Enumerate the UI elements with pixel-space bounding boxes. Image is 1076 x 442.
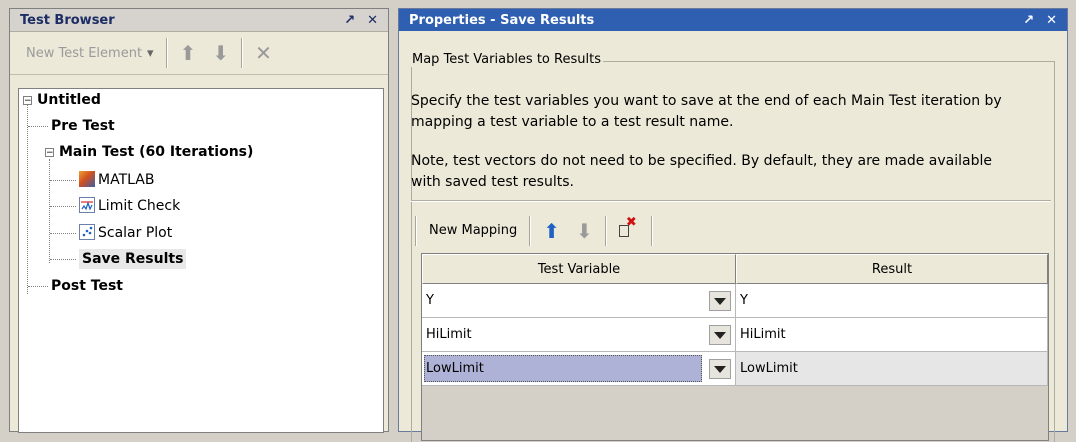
test-variable-dropdown[interactable] <box>709 359 731 379</box>
column-header-result[interactable]: Result <box>736 254 1048 284</box>
matlab-icon <box>79 171 95 187</box>
move-down-button[interactable]: ⬇ <box>204 39 237 67</box>
test-variable-cell[interactable]: Y <box>422 284 736 318</box>
test-variable-value: HiLimit <box>426 327 472 342</box>
column-header-test-variable[interactable]: Test Variable <box>422 254 736 284</box>
divider <box>411 200 1051 202</box>
tree-connector <box>50 233 76 234</box>
description-text: Specify the test variables you want to s… <box>411 91 1051 133</box>
test-browser-toolbar: New Test Element ▾ ⬆ ⬇ ✕ <box>10 32 388 75</box>
undock-icon[interactable]: ↗ <box>1023 13 1034 28</box>
result-cell[interactable]: HiLimit <box>736 318 1048 352</box>
arrow-up-icon: ⬆ <box>179 41 197 65</box>
tree-node-matlab-label: MATLAB <box>98 172 155 188</box>
move-up-button[interactable]: ⬆ <box>535 216 568 246</box>
properties-titlebar: Properties - Save Results ↗ ✕ <box>399 9 1067 31</box>
tree-node-limit-check-label: Limit Check <box>98 198 181 214</box>
delete-icon: ✕ <box>255 41 272 65</box>
result-cell[interactable]: Y <box>736 284 1048 318</box>
tree-node-untitled[interactable]: Untitled <box>37 90 101 110</box>
note-text: Note, test vectors do not need to be spe… <box>411 151 1051 193</box>
table-row: HiLimit HiLimit <box>422 318 1048 352</box>
close-icon[interactable]: ✕ <box>1046 13 1057 28</box>
new-test-element-label: New Test Element <box>26 45 143 61</box>
test-variable-cell[interactable]: HiLimit <box>422 318 736 352</box>
mapping-table: Test Variable Result Y Y HiLimit HiLimit… <box>421 253 1049 441</box>
properties-title: Properties - Save Results <box>409 12 595 28</box>
test-browser-titlebar: Test Browser ↗ ✕ <box>10 9 388 32</box>
tree-connector <box>49 159 50 263</box>
result-cell[interactable]: LowLimit <box>736 352 1048 386</box>
test-variable-dropdown[interactable] <box>709 325 731 345</box>
tree-node-scalar-plot-label: Scalar Plot <box>98 225 173 241</box>
tree-node-matlab[interactable]: MATLAB <box>79 170 154 190</box>
tree-node-post-test[interactable]: Post Test <box>51 276 123 296</box>
toolbar-separator <box>165 38 168 68</box>
tree-connector <box>28 126 48 127</box>
tree-connector <box>50 259 76 260</box>
tree-node-limit-check[interactable]: Limit Check <box>79 196 180 216</box>
chevron-down-icon <box>714 297 726 305</box>
toolbar-separator <box>604 216 607 246</box>
note-line: Note, test vectors do not need to be spe… <box>411 153 992 169</box>
arrow-down-icon: ⬇ <box>212 41 230 65</box>
new-mapping-button[interactable]: New Mapping <box>421 216 525 246</box>
delete-mapping-button[interactable]: ✖ <box>611 215 647 246</box>
tree-connector <box>50 180 76 181</box>
description-line: mapping a test variable to a test result… <box>411 114 734 130</box>
test-variable-value: Y <box>426 293 434 308</box>
tree-connector <box>27 104 28 294</box>
move-down-button[interactable]: ⬇ <box>568 216 601 246</box>
test-variable-dropdown[interactable] <box>709 291 731 311</box>
tree-node-pre-test[interactable]: Pre Test <box>51 116 115 136</box>
tree-node-save-results[interactable]: Save Results <box>79 249 187 269</box>
new-test-element-button[interactable]: New Test Element ▾ <box>18 39 162 67</box>
arrow-down-icon: ⬇ <box>576 219 593 243</box>
delete-x-icon: ✖ <box>625 215 637 230</box>
note-line: with saved test results. <box>411 174 574 190</box>
tree-connector <box>50 206 76 207</box>
arrow-up-icon: ⬆ <box>543 219 561 243</box>
table-row-selected: LowLimit LowLimit <box>422 352 1048 386</box>
mapping-toolbar: New Mapping ⬆ ⬇ ✖ <box>411 213 657 249</box>
test-tree: − Untitled Pre Test − Main Test (60 Iter… <box>18 88 384 433</box>
collapse-main-test-icon[interactable]: − <box>45 148 54 158</box>
properties-panel: Properties - Save Results ↗ ✕ Map Test V… <box>398 8 1068 442</box>
move-up-button[interactable]: ⬆ <box>172 39 205 67</box>
tree-connector <box>28 286 48 287</box>
toolbar-separator <box>529 216 532 246</box>
test-browser-panel: Test Browser ↗ ✕ New Test Element ▾ ⬆ ⬇ … <box>9 8 389 433</box>
toolbar-separator <box>415 216 417 246</box>
group-label: Map Test Variables to Results <box>410 52 603 67</box>
tree-node-scalar-plot[interactable]: Scalar Plot <box>79 223 172 243</box>
limit-check-icon <box>79 197 95 213</box>
test-browser-title: Test Browser <box>20 12 115 28</box>
scalar-plot-icon <box>79 224 95 240</box>
delete-button[interactable]: ✕ <box>247 39 280 67</box>
test-variable-value: LowLimit <box>426 361 484 376</box>
chevron-down-icon <box>714 331 726 339</box>
description-line: Specify the test variables you want to s… <box>411 93 1002 109</box>
chevron-down-icon <box>714 365 726 373</box>
toolbar-separator <box>241 38 244 68</box>
collapse-root-icon[interactable]: − <box>23 96 32 106</box>
tree-node-main-test[interactable]: Main Test (60 Iterations) <box>59 142 253 162</box>
table-row: Y Y <box>422 284 1048 318</box>
chevron-down-icon: ▾ <box>147 45 154 61</box>
undock-icon[interactable]: ↗ <box>344 13 355 28</box>
test-variable-cell[interactable]: LowLimit <box>422 352 736 386</box>
close-icon[interactable]: ✕ <box>367 13 378 28</box>
toolbar-separator <box>650 216 653 246</box>
